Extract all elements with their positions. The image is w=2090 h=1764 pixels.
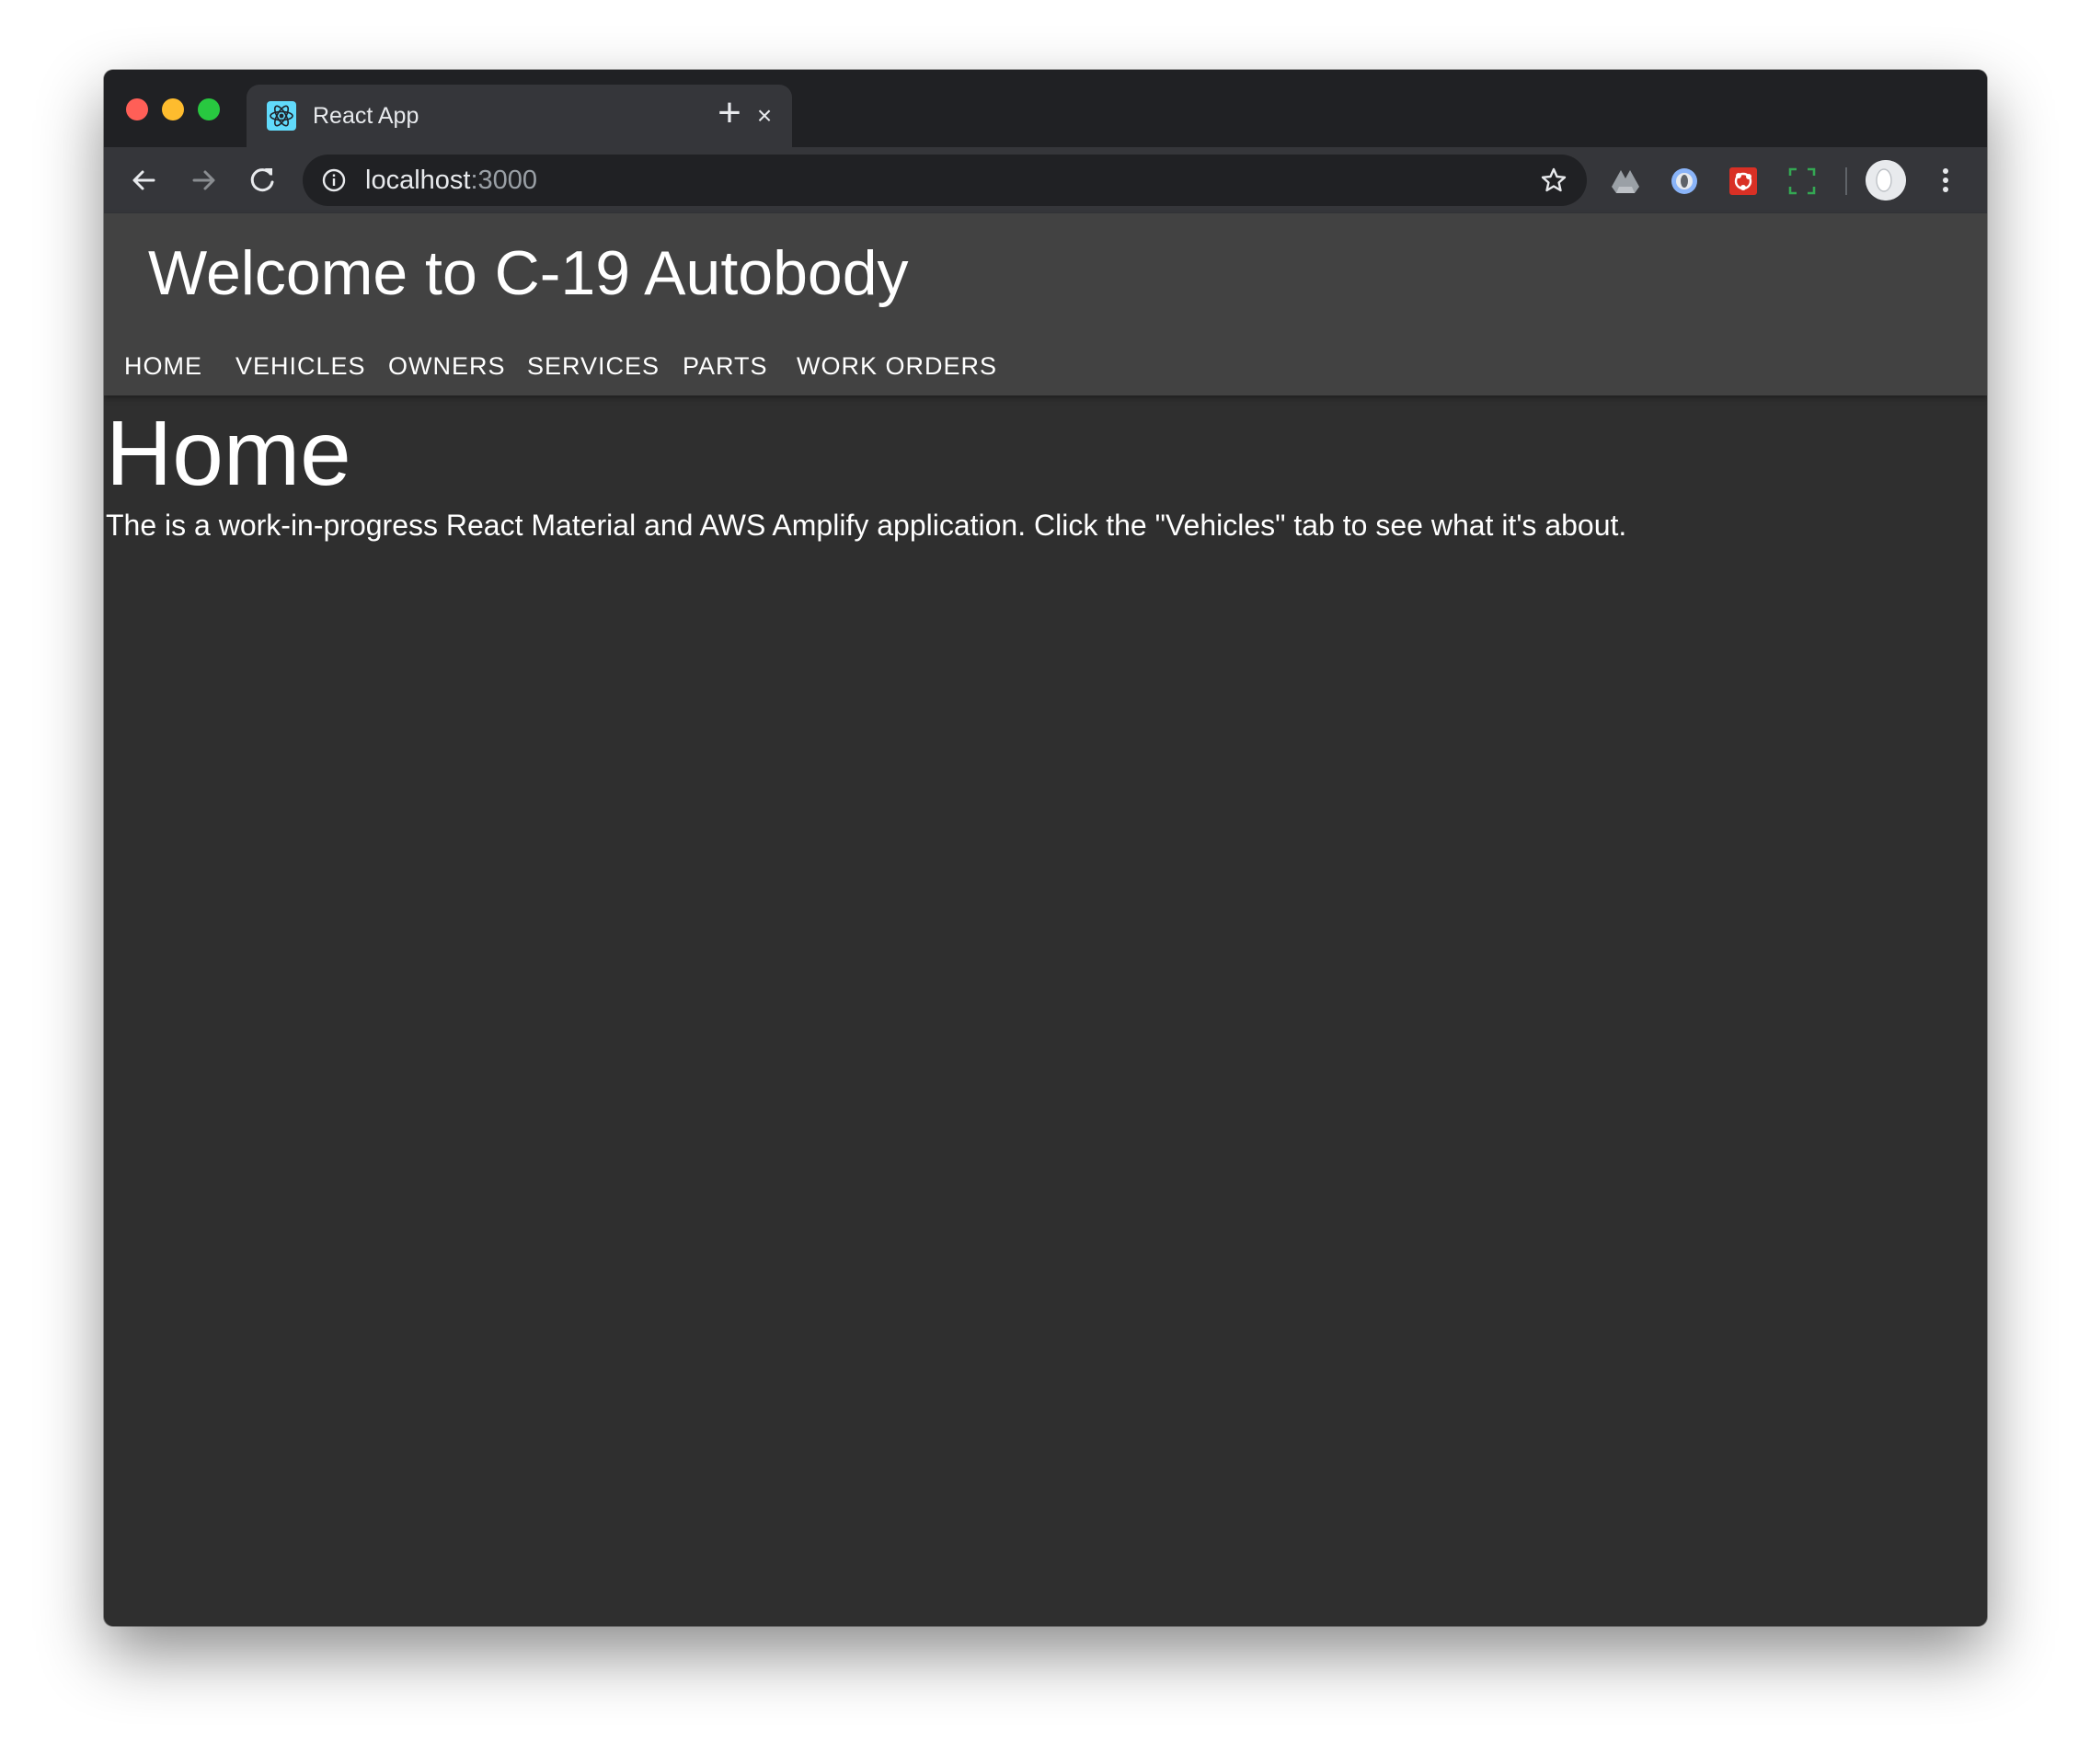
info-icon[interactable] [321, 167, 347, 193]
arrow-left-icon[interactable] [124, 160, 165, 200]
star-icon[interactable] [1539, 166, 1568, 195]
tab-parts[interactable]: PARTS [683, 338, 768, 394]
page-description: The is a work-in-progress React Material… [106, 509, 1627, 542]
bracket-extension-icon[interactable] [1786, 166, 1818, 197]
tab-work-orders[interactable]: WORK ORDERS [797, 338, 997, 394]
tab-services[interactable]: SERVICES [527, 338, 660, 394]
reload-icon[interactable] [242, 160, 282, 200]
google-drive-icon[interactable] [1610, 166, 1641, 197]
tab-home[interactable]: HOME [124, 338, 202, 394]
toolbar-divider [1845, 167, 1847, 195]
url-port: :3000 [470, 166, 538, 195]
page-title: Home [106, 402, 351, 505]
tab-owners[interactable]: OWNERS [388, 338, 506, 394]
browser-window: React App × + localhost:3000 Welcome to … [104, 70, 1987, 1626]
window-close-button[interactable] [126, 98, 148, 120]
circle-extension-icon[interactable] [1669, 166, 1700, 197]
tab-title: React App [313, 103, 419, 129]
window-minimize-button[interactable] [162, 98, 184, 120]
tab-close-icon[interactable]: × [750, 101, 779, 131]
url-text[interactable]: localhost:3000 [365, 166, 537, 195]
avatar-icon[interactable] [1866, 160, 1906, 200]
address-bar[interactable]: localhost:3000 [303, 155, 1587, 206]
arrow-right-icon[interactable] [183, 160, 224, 200]
tab-vehicles[interactable]: VEHICLES [235, 338, 366, 394]
kebab-menu-icon[interactable] [1935, 162, 1957, 199]
window-maximize-button[interactable] [198, 98, 220, 120]
react-logo-icon [267, 101, 296, 131]
app-bar: Welcome to C-19 Autobody HOME VEHICLES O… [104, 213, 1987, 395]
app-title: Welcome to C-19 Autobody [148, 238, 909, 308]
url-host: localhost [365, 166, 471, 195]
new-tab-button[interactable]: + [711, 93, 748, 133]
red-extension-icon[interactable] [1728, 166, 1759, 197]
browser-toolbar: localhost:3000 [104, 147, 1987, 213]
tab-strip: React App × + [104, 70, 1987, 147]
